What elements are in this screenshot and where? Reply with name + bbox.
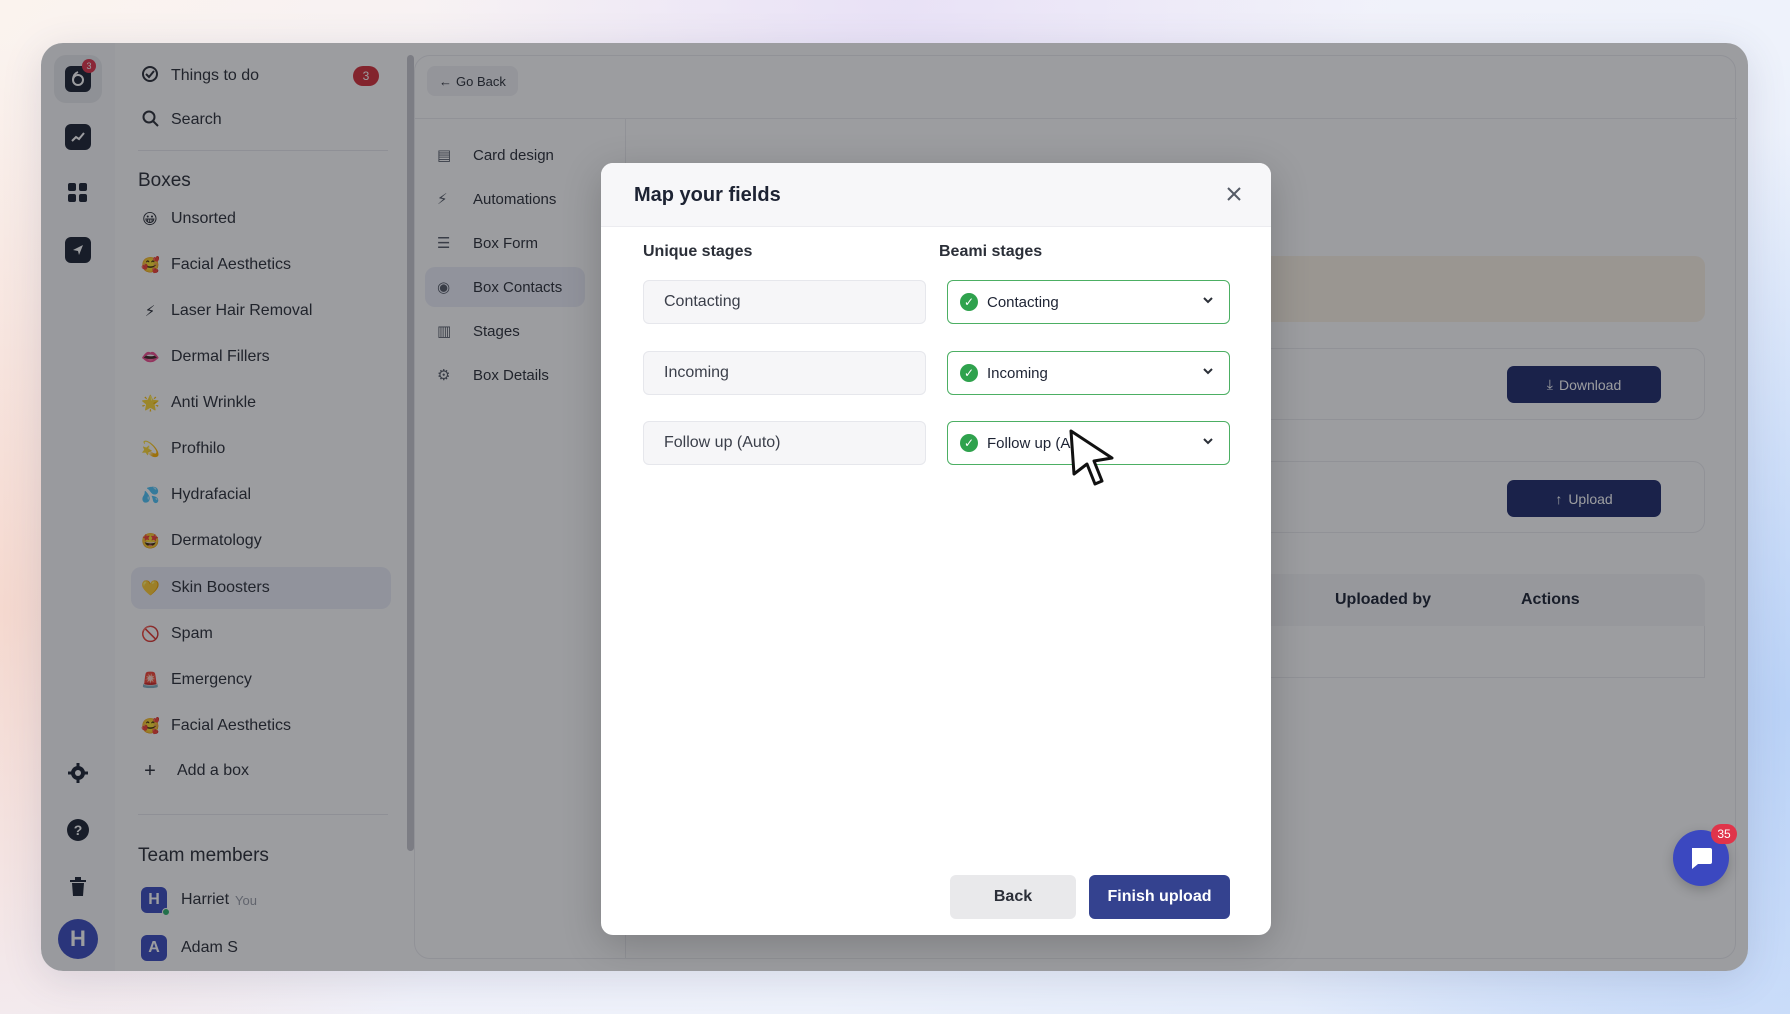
chevron-down-icon: [1203, 297, 1213, 304]
finish-upload-button[interactable]: Finish upload: [1089, 875, 1230, 919]
mouse-cursor-icon: [1069, 429, 1114, 486]
back-button[interactable]: Back: [950, 875, 1076, 919]
close-icon: [1227, 187, 1241, 201]
chat-icon: [1692, 848, 1712, 869]
unique-stage-field: Incoming: [643, 351, 926, 395]
check-icon: ✓: [960, 364, 978, 382]
check-icon: ✓: [960, 293, 978, 311]
close-button[interactable]: [1221, 181, 1247, 207]
modal-title: Map your fields: [634, 184, 781, 206]
select-value: Follow up (A: [987, 434, 1071, 452]
unique-stage-field: Contacting: [643, 280, 926, 324]
chevron-down-icon: [1203, 368, 1213, 375]
beami-stage-select[interactable]: ✓ Incoming: [947, 351, 1230, 395]
chevron-down-icon: [1203, 438, 1213, 445]
map-fields-modal: Map your fields Unique stages Beami stag…: [601, 163, 1271, 935]
app-window: 3 ? H Things to do 3 Search Boxes 😀 Unso…: [41, 43, 1748, 971]
check-icon: ✓: [960, 434, 978, 452]
unique-stages-header: Unique stages: [643, 243, 753, 260]
unique-stage-field: Follow up (Auto): [643, 421, 926, 465]
modal-header: Map your fields: [601, 163, 1271, 227]
select-value: Contacting: [987, 293, 1059, 311]
select-value: Incoming: [987, 364, 1048, 382]
beami-stages-header: Beami stages: [939, 243, 1043, 260]
chat-unread-badge: 35: [1711, 824, 1737, 844]
beami-stage-select[interactable]: ✓ Contacting: [947, 280, 1230, 324]
